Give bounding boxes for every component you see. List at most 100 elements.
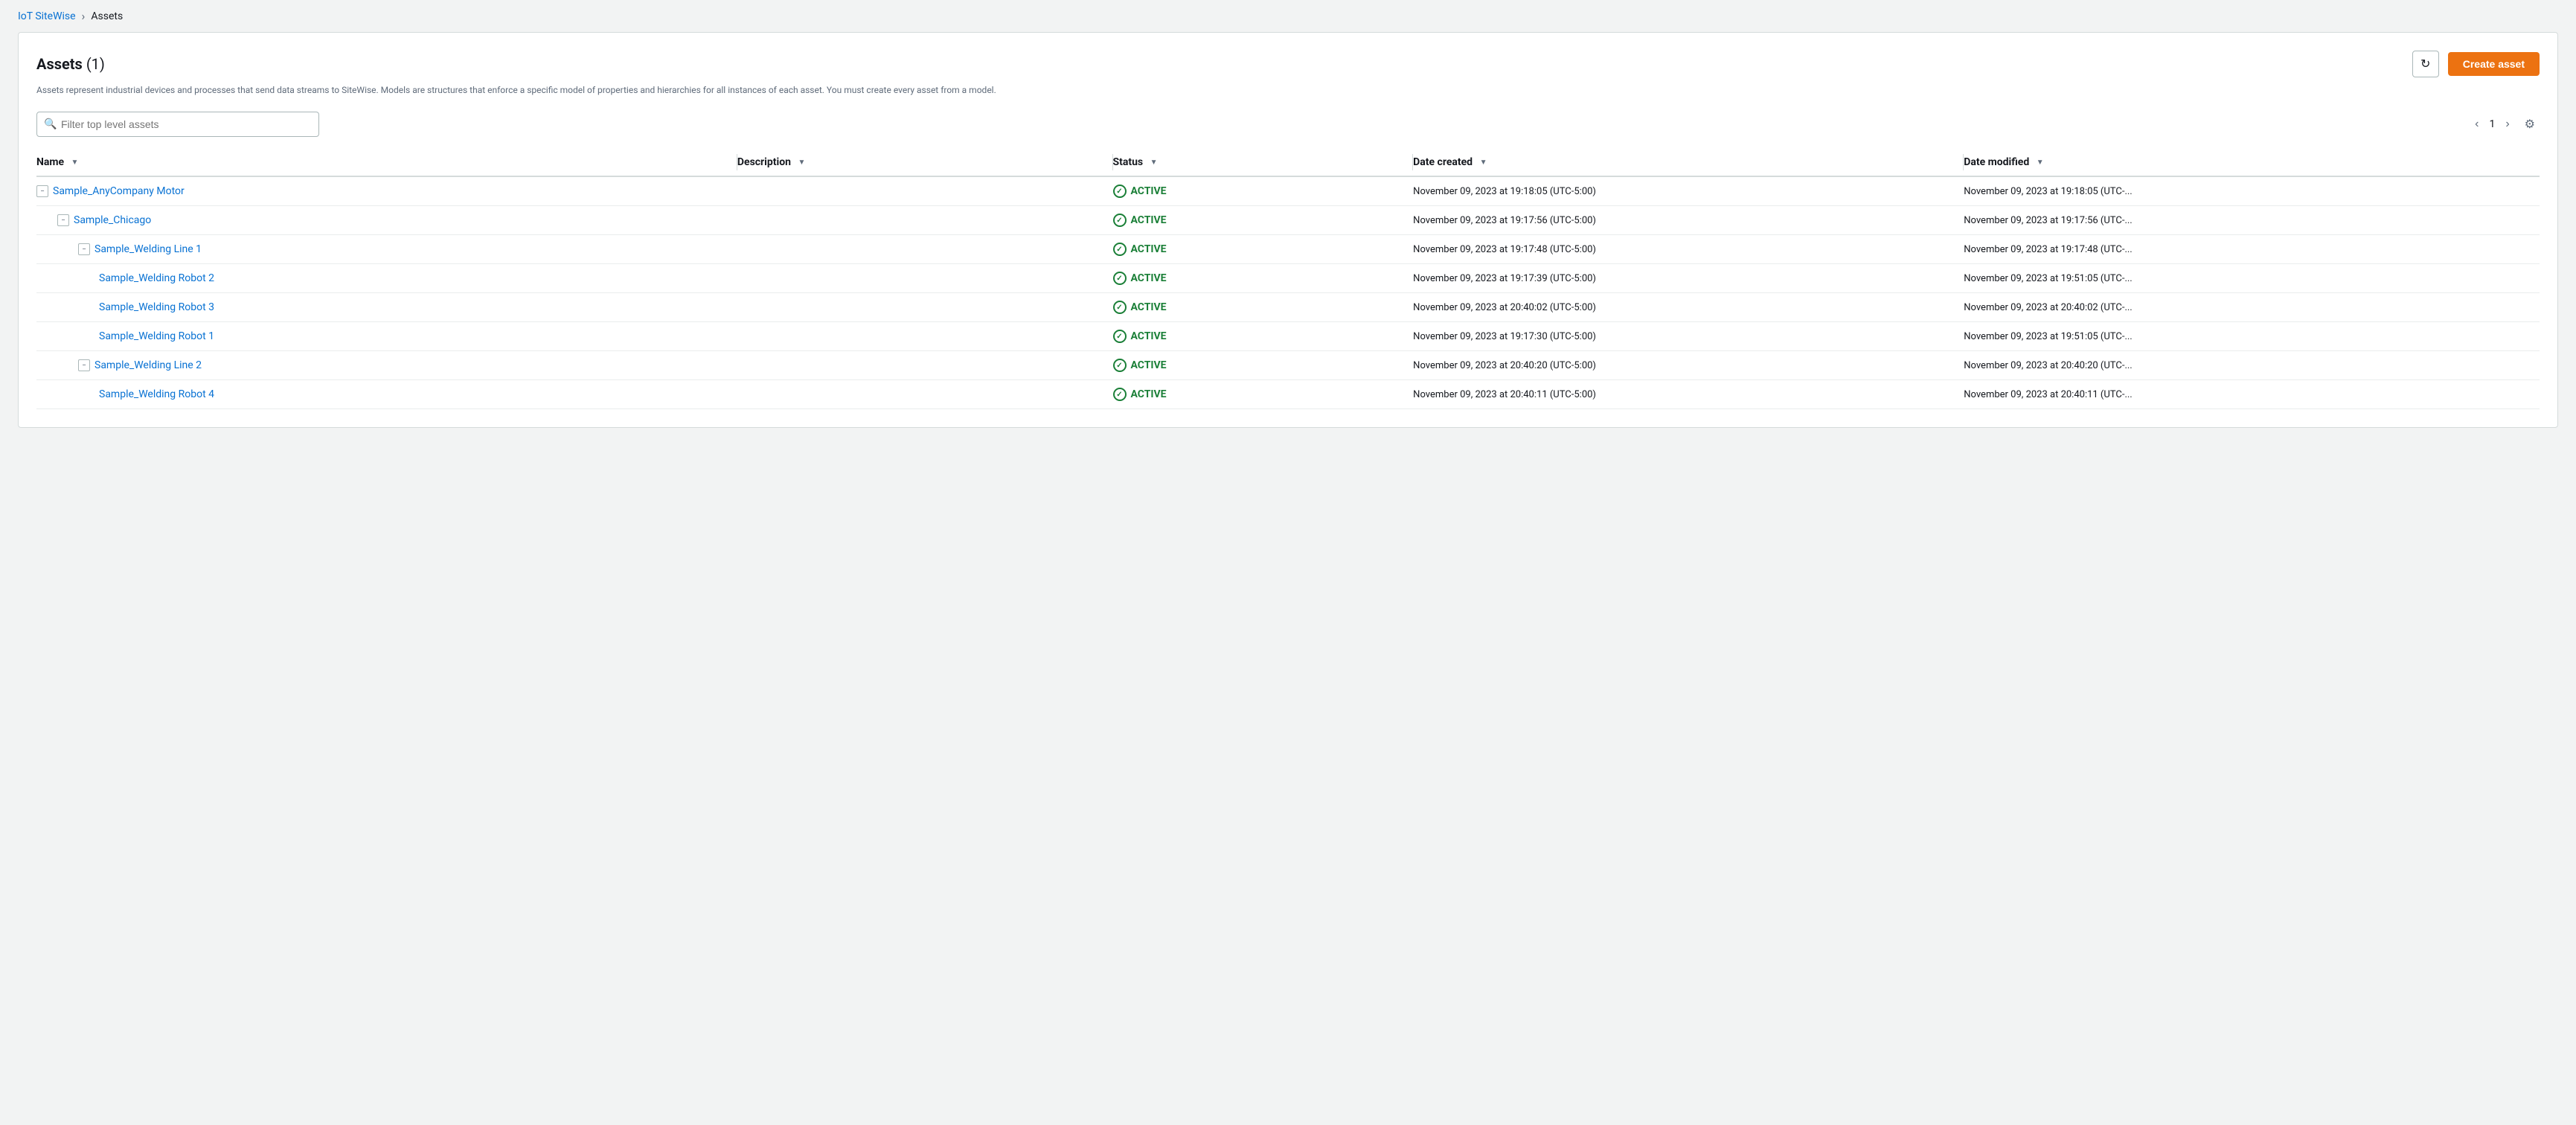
page-title-text: Assets: [36, 55, 83, 73]
cell-name: Sample_Welding Robot 1: [36, 322, 737, 351]
cell-name: Sample_Welding Robot 4: [36, 380, 737, 409]
header-row: Assets (1) ↻ Create asset: [36, 51, 2540, 77]
status-text: ACTIVE: [1131, 388, 1167, 400]
status-text: ACTIVE: [1131, 214, 1167, 226]
col-header-name: Name ▼: [36, 149, 737, 176]
asset-name-link[interactable]: Sample_Welding Line 1: [94, 243, 202, 255]
table-row: Sample_Welding Robot 2 ✓ ACTIVE November 09…: [36, 264, 2540, 293]
cell-description: [737, 264, 1113, 293]
table-row: Sample_Welding Robot 3 ✓ ACTIVE November 09…: [36, 293, 2540, 322]
table-body: −Sample_AnyCompany Motor✓ACTIVENovember …: [36, 176, 2540, 409]
asset-name-link[interactable]: Sample_Welding Robot 3: [99, 301, 214, 313]
pagination-row: ‹ 1 › ⚙: [2470, 115, 2540, 133]
status-text: ACTIVE: [1131, 301, 1167, 313]
sort-icon-name: ▼: [71, 158, 79, 167]
cell-status: ✓ ACTIVE: [1113, 293, 1414, 322]
col-header-date-created: Date created ▼: [1413, 149, 1964, 176]
pagination-settings-button[interactable]: ⚙: [2520, 115, 2540, 133]
cell-description: [737, 380, 1113, 409]
search-input[interactable]: [36, 112, 319, 137]
refresh-button[interactable]: ↻: [2412, 51, 2439, 77]
cell-date-created: November 09, 2023 at 19:17:56 (UTC-5:00): [1413, 206, 1964, 235]
cell-status: ✓ ACTIVE: [1113, 176, 1414, 206]
pagination-next-button[interactable]: ›: [2501, 116, 2513, 132]
asset-name-link[interactable]: Sample_Chicago: [74, 214, 151, 226]
cell-status: ✓ACTIVE: [1113, 322, 1414, 351]
status-active-icon: ✓: [1113, 330, 1127, 343]
breadcrumb-home-link[interactable]: IoT SiteWise: [18, 10, 76, 22]
status-text: ACTIVE: [1131, 359, 1167, 371]
cell-name: −Sample_Welding Line 2: [36, 351, 737, 380]
expand-icon[interactable]: −: [57, 214, 69, 226]
status-active-icon: ✓: [1113, 214, 1127, 227]
status-active-icon: ✓: [1113, 359, 1127, 372]
asset-name-link[interactable]: Sample_AnyCompany Motor: [53, 185, 185, 197]
table-header: Name ▼ Description ▼ Status ▼ Date creat…: [36, 149, 2540, 176]
cell-name: Sample_Welding Robot 2: [36, 264, 737, 293]
table-row: −Sample_Welding Line 1✓ACTIVENovember 09…: [36, 235, 2540, 264]
status-active-icon: ✓: [1113, 185, 1127, 198]
sort-icon-desc: ▼: [798, 158, 805, 167]
cell-status: ✓ ACTIVE: [1113, 380, 1414, 409]
sort-icon-modified: ▼: [2037, 158, 2044, 167]
cell-date-created: November 09, 2023 at 19:17:48 (UTC-5:00): [1413, 235, 1964, 264]
sort-icon-status: ▼: [1150, 158, 1158, 167]
cell-date-modified: November 09, 2023 at 20:40:20 (UTC-...: [1964, 351, 2540, 380]
status-text: ACTIVE: [1131, 185, 1167, 197]
cell-description: [737, 176, 1113, 206]
cell-status: ✓ ACTIVE: [1113, 264, 1414, 293]
status-active-icon: ✓: [1113, 388, 1127, 401]
cell-description: [737, 235, 1113, 264]
status-active-icon: ✓: [1113, 243, 1127, 256]
pagination-prev-button[interactable]: ‹: [2470, 116, 2483, 132]
status-text: ACTIVE: [1131, 272, 1167, 284]
cell-date-modified: November 09, 2023 at 20:40:11 (UTC-...: [1964, 380, 2540, 409]
expand-icon[interactable]: −: [78, 359, 90, 371]
table-row: Sample_Welding Robot 4 ✓ ACTIVE November 09…: [36, 380, 2540, 409]
cell-date-created: November 09, 2023 at 19:18:05 (UTC-5:00): [1413, 176, 1964, 206]
cell-date-modified: November 09, 2023 at 19:17:56 (UTC-...: [1964, 206, 2540, 235]
col-header-date-modified: Date modified ▼: [1964, 149, 2540, 176]
sort-icon-created: ▼: [1480, 158, 1487, 167]
page-title: Assets (1): [36, 55, 105, 73]
assets-panel: Assets (1) ↻ Create asset Assets represe…: [18, 32, 2558, 428]
asset-name-link[interactable]: Sample_Welding Robot 1: [99, 330, 214, 342]
table-row: −Sample_Chicago ✓ ACTIVE November 09, 2023 …: [36, 206, 2540, 235]
asset-name-link[interactable]: Sample_Welding Line 2: [94, 359, 202, 371]
cell-date-created: November 09, 2023 at 20:40:20 (UTC-5:00): [1413, 351, 1964, 380]
cell-description: [737, 351, 1113, 380]
cell-date-created: November 09, 2023 at 20:40:11 (UTC-5:00): [1413, 380, 1964, 409]
asset-name-link[interactable]: Sample_Welding Robot 4: [99, 388, 214, 400]
breadcrumb: IoT SiteWise › Assets: [0, 0, 2576, 32]
pagination-current-page: 1: [2489, 118, 2495, 130]
cell-date-modified: November 09, 2023 at 19:18:05 (UTC-...: [1964, 176, 2540, 206]
table-row: −Sample_Welding Line 2 ✓ ACTIVE November 09…: [36, 351, 2540, 380]
cell-date-created: November 09, 2023 at 20:40:02 (UTC-5:00): [1413, 293, 1964, 322]
cell-status: ✓ ACTIVE: [1113, 351, 1414, 380]
cell-date-modified: November 09, 2023 at 20:40:02 (UTC-...: [1964, 293, 2540, 322]
col-header-description: Description ▼: [737, 149, 1113, 176]
cell-status: ✓ ACTIVE: [1113, 206, 1414, 235]
status-active-icon: ✓: [1113, 272, 1127, 285]
cell-name: −Sample_AnyCompany Motor: [36, 176, 737, 206]
cell-description: [737, 206, 1113, 235]
cell-status: ✓ACTIVE: [1113, 235, 1414, 264]
create-asset-button[interactable]: Create asset: [2448, 52, 2540, 76]
asset-name-link[interactable]: Sample_Welding Robot 2: [99, 272, 214, 284]
cell-description: [737, 322, 1113, 351]
cell-name: −Sample_Welding Line 1: [36, 235, 737, 264]
cell-date-modified: November 09, 2023 at 19:17:48 (UTC-...: [1964, 235, 2540, 264]
expand-icon[interactable]: −: [78, 243, 90, 255]
cell-date-created: November 09, 2023 at 19:17:39 (UTC-5:00): [1413, 264, 1964, 293]
cell-description: [737, 293, 1113, 322]
expand-icon[interactable]: −: [36, 185, 48, 197]
search-row: 🔍 ‹ 1 › ⚙: [36, 112, 2540, 137]
col-header-status: Status ▼: [1113, 149, 1414, 176]
header-actions: ↻ Create asset: [2412, 51, 2540, 77]
cell-date-modified: November 09, 2023 at 19:51:05 (UTC-...: [1964, 322, 2540, 351]
cell-name: Sample_Welding Robot 3: [36, 293, 737, 322]
page-description: Assets represent industrial devices and …: [36, 83, 1078, 97]
status-active-icon: ✓: [1113, 301, 1127, 314]
breadcrumb-separator: ›: [82, 9, 86, 23]
cell-name: −Sample_Chicago: [36, 206, 737, 235]
